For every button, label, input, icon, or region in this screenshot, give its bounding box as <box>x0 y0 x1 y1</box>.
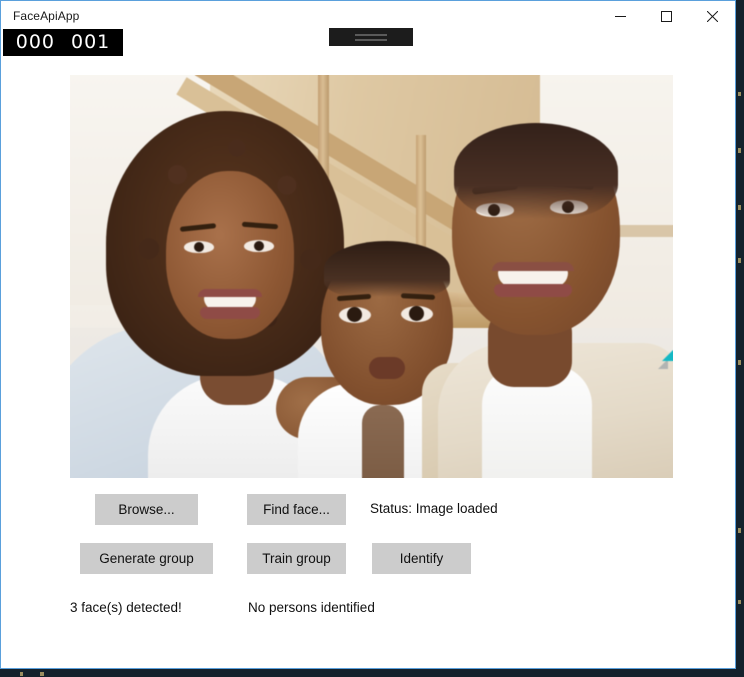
window-controls <box>597 1 735 31</box>
photo-preview[interactable] <box>70 75 673 478</box>
identify-button[interactable]: Identify <box>372 543 471 574</box>
close-button[interactable] <box>689 1 735 31</box>
top-dark-badge <box>329 28 413 46</box>
find-face-button[interactable]: Find face... <box>247 494 346 525</box>
title-bar[interactable]: FaceApiApp <box>1 1 735 31</box>
maximize-button[interactable] <box>643 1 689 31</box>
mother-pupil <box>254 241 264 251</box>
client-area: Browse... Find face... Status: Image loa… <box>1 31 735 668</box>
backdrop-speck <box>738 92 741 96</box>
photo-canvas <box>70 75 673 478</box>
badge-line-icon <box>355 33 387 36</box>
backdrop-speck <box>738 360 741 365</box>
mother-pupil <box>194 242 204 252</box>
baby-hair <box>324 241 450 297</box>
status-label: Status: Image loaded <box>370 501 498 516</box>
face-index-right: 001 <box>71 31 111 53</box>
faces-detected-label: 3 face(s) detected! <box>70 600 182 615</box>
backdrop-speck <box>738 205 741 210</box>
backdrop-right-strip <box>736 0 744 677</box>
mother-upper-lip <box>198 289 262 297</box>
badge-line-icon <box>355 38 387 41</box>
father-upper-lip <box>492 262 574 271</box>
generate-group-button[interactable]: Generate group <box>80 543 213 574</box>
baby-bib <box>362 405 404 478</box>
backdrop-speck <box>738 258 741 263</box>
app-window: FaceApiApp 000 001 Browse... Find face..… <box>0 0 736 669</box>
mother-face <box>166 171 294 339</box>
window-title: FaceApiApp <box>13 9 80 23</box>
father-hairline <box>454 123 618 219</box>
backdrop-speck <box>738 528 741 533</box>
backdrop-speck <box>40 672 44 676</box>
baby-mouth <box>369 357 405 379</box>
baby-pupil <box>409 306 424 321</box>
face-index-overlay: 000 001 <box>3 29 123 56</box>
mother-eyebrow <box>179 223 217 232</box>
train-group-button[interactable]: Train group <box>247 543 346 574</box>
mother-eyebrow <box>241 221 279 230</box>
backdrop-speck <box>20 672 23 676</box>
face-index-left: 000 <box>15 31 55 53</box>
backdrop-speck <box>738 148 741 153</box>
teal-cloth-corner <box>662 347 673 361</box>
father-lower-lip <box>494 284 572 297</box>
persons-identified-label: No persons identified <box>248 600 375 615</box>
minimize-button[interactable] <box>597 1 643 31</box>
browse-button[interactable]: Browse... <box>95 494 198 525</box>
backdrop-speck <box>738 600 741 604</box>
mother-lower-lip <box>200 307 260 319</box>
backdrop-bottom-strip <box>0 669 744 677</box>
baby-pupil <box>347 307 362 322</box>
